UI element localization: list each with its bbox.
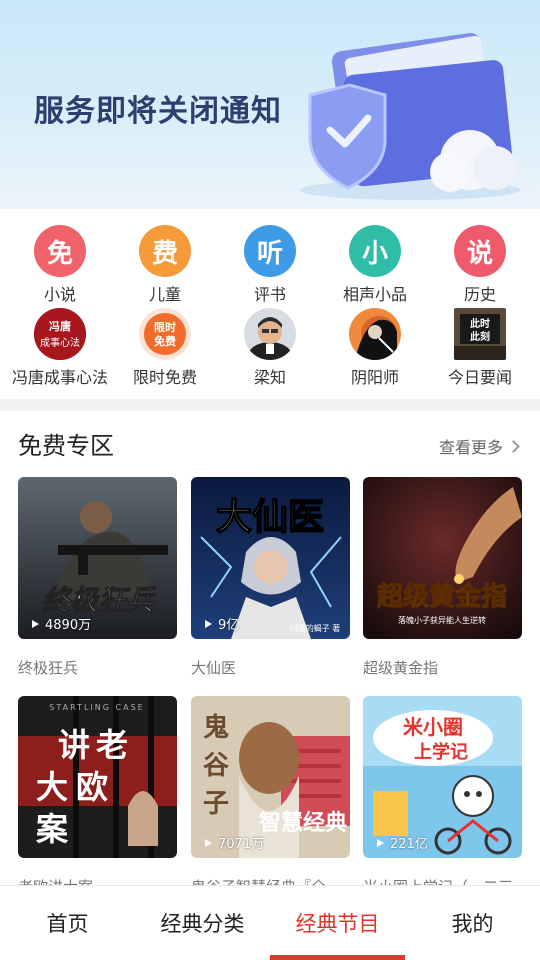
notice-banner[interactable]: 服务即将关闭通知: [0, 0, 540, 209]
cover-daxianyi: 大仙医 闷骚的蝎子 著 9亿: [191, 477, 350, 639]
program-card[interactable]: 米小圈 上学记 221亿 米小圈上学记（一二三: [363, 696, 522, 897]
play-icon: [205, 838, 212, 847]
program-card[interactable]: 终极狂兵 4890万 终极狂兵: [18, 477, 177, 678]
program-card[interactable]: 鬼 谷 子 智慧经典 7071万 鬼谷子智慧经典『全: [191, 696, 350, 897]
section-title: 免费专区: [18, 432, 114, 460]
category-history[interactable]: 说 历史: [415, 225, 540, 305]
play-count: 4890万: [32, 614, 91, 633]
see-more-link[interactable]: 查看更多: [438, 434, 520, 458]
play-count: 221亿: [377, 833, 428, 852]
category-grid: 免 小说 费 儿童 听 评书 小 相声小品 说 历史 冯唐 成事心法 冯唐成事心…: [0, 209, 540, 399]
tab-mine[interactable]: 我的: [405, 886, 540, 960]
cover-subtitle-text: 智慧经典: [259, 810, 347, 836]
play-icon: [32, 619, 39, 628]
svg-text:上学记: 上学记: [414, 741, 468, 763]
svg-text:鬼: 鬼: [203, 712, 229, 743]
see-more-label: 查看更多: [438, 438, 503, 457]
svg-text:免费: 免费: [154, 334, 176, 348]
category-news[interactable]: 此时 此刻 今日要闻: [415, 308, 540, 388]
say-badge-icon: 说: [454, 225, 506, 277]
fee-badge-icon: 费: [139, 225, 191, 277]
program-card[interactable]: 大仙医 闷骚的蝎子 著 9亿 大仙医: [191, 477, 350, 678]
svg-text:讲: 讲: [58, 726, 90, 764]
active-tab-indicator: [270, 955, 405, 960]
tab-home[interactable]: 首页: [0, 886, 135, 960]
program-card[interactable]: 超级黄金指 落魄小子获异能人生逆转 超级黄金指: [363, 477, 522, 678]
svg-text:成事心法: 成事心法: [40, 336, 80, 349]
cover-chaoji: 超级黄金指 落魄小子获异能人生逆转: [363, 477, 522, 639]
svg-text:案: 案: [36, 810, 69, 848]
free-badge-icon: 免: [34, 225, 86, 277]
program-card[interactable]: STARTLING CASE 讲 老 大 欧 案 老欧讲大案: [18, 696, 177, 897]
card-title: 大仙医: [191, 659, 237, 677]
svg-text:老: 老: [96, 726, 128, 764]
cover-laoou: STARTLING CASE 讲 老 大 欧 案: [18, 696, 177, 858]
category-label: 今日要闻: [447, 368, 512, 387]
cover-subtitle-text: 落魄小子获异能人生逆转: [398, 615, 486, 625]
folder-shield-illustration: [300, 33, 520, 200]
bottom-tab-bar: 首页 经典分类 经典节目 我的: [0, 885, 540, 960]
svg-text:限时: 限时: [154, 320, 176, 334]
play-icon: [205, 619, 212, 628]
limited-free-thumbnail: 限时 免费: [139, 308, 191, 360]
svg-text:米小圈: 米小圈: [403, 715, 463, 739]
cover-mixiaoquan: 米小圈 上学记 221亿: [363, 696, 522, 858]
cover-guiguzi: 鬼 谷 子 智慧经典 7071万: [191, 696, 350, 858]
cover-zhongji: 终极狂兵 4890万: [18, 477, 177, 639]
tab-classic-categories[interactable]: 经典分类: [135, 886, 270, 960]
card-title: 终极狂兵: [18, 659, 79, 677]
liangzhi-avatar: [244, 308, 296, 360]
svg-text:欧: 欧: [76, 768, 108, 806]
svg-text:此时: 此时: [470, 317, 490, 330]
category-label: 历史: [463, 285, 496, 304]
chevron-right-icon: [507, 439, 520, 453]
banner-title: 服务即将关闭通知: [34, 94, 282, 129]
cover-title-text: 大仙医: [216, 497, 324, 538]
small-badge-icon: 小: [349, 225, 401, 277]
cover-title-text: 超级黄金指: [377, 581, 507, 612]
cover-author-text: 闷骚的蝎子 著: [290, 623, 341, 633]
cover-english-text: STARTLING CASE: [49, 703, 144, 712]
news-thumbnail: 此时 此刻: [454, 308, 506, 360]
cover-title-text: 终极狂兵: [42, 584, 156, 617]
app-page: 服务即将关闭通知 免 小说 费 儿童 听 评书 小 相声小品 说 历史 冯唐 成…: [0, 0, 540, 960]
svg-text:此刻: 此刻: [470, 330, 490, 343]
card-title: 超级黄金指: [363, 659, 439, 677]
yinyangshi-avatar: [349, 308, 401, 360]
svg-text:子: 子: [203, 789, 229, 819]
svg-text:谷: 谷: [203, 751, 230, 781]
tab-classic-programs[interactable]: 经典节目: [270, 886, 405, 960]
section-divider: [0, 399, 540, 411]
svg-text:大: 大: [36, 768, 68, 806]
play-icon: [377, 838, 384, 847]
play-count: 9亿: [205, 614, 239, 633]
svg-text:冯唐: 冯唐: [49, 319, 71, 333]
fengtang-thumbnail: 冯唐 成事心法: [34, 308, 86, 360]
listen-badge-icon: 听: [244, 225, 296, 277]
play-count: 7071万: [205, 833, 264, 852]
